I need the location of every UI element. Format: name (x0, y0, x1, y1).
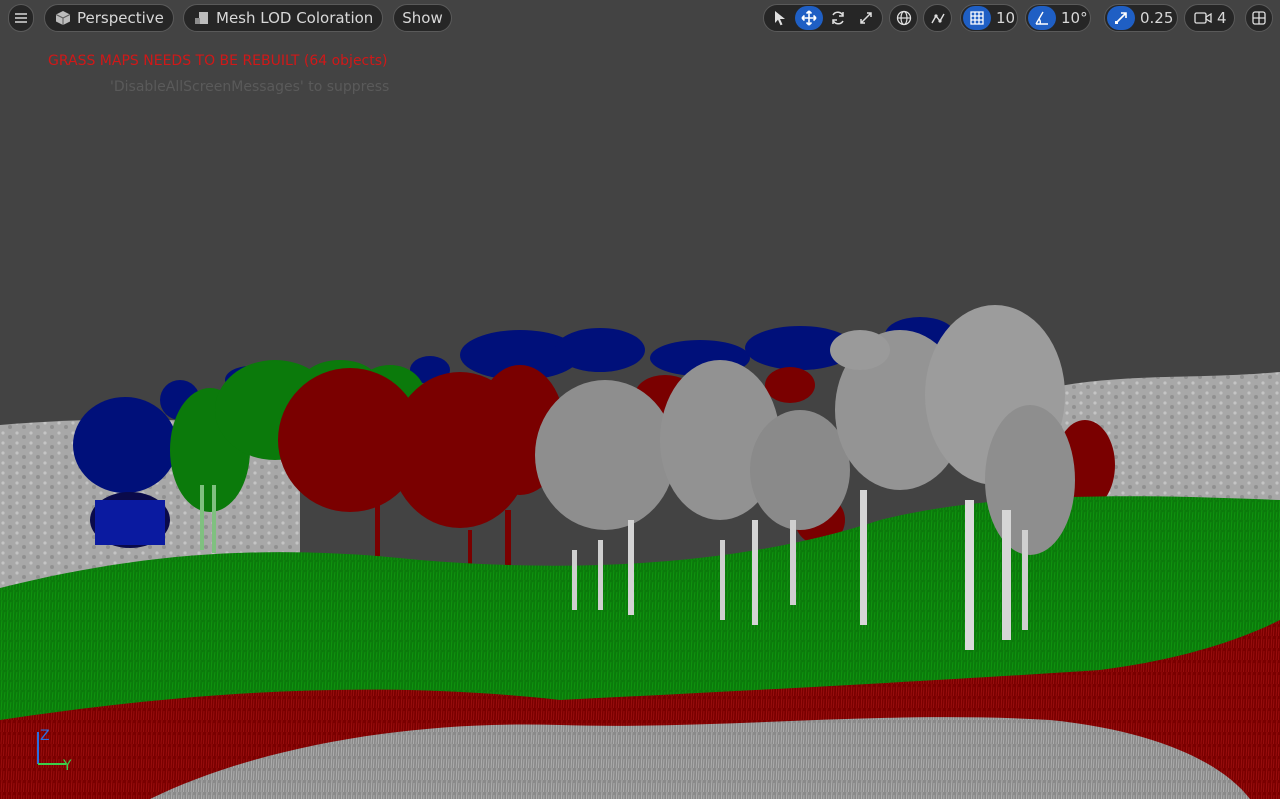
rotate-tool-button[interactable] (825, 6, 851, 30)
show-label: Show (402, 9, 443, 27)
angle-icon (1034, 10, 1050, 26)
surface-snapping-button[interactable] (923, 4, 952, 32)
view-rendering-label: Mesh LOD Coloration (216, 9, 374, 27)
grid-icon (969, 10, 985, 26)
axis-gizmo: Z Y (37, 728, 72, 774)
grid-snap-group: 10 (960, 4, 1018, 32)
globe-icon (896, 10, 912, 26)
scale-snap-toggle[interactable] (1107, 6, 1135, 30)
y-axis-label: Y (62, 758, 72, 774)
scale-snap-value[interactable]: 0.25 (1140, 4, 1173, 32)
scale-snap-icon (1113, 10, 1129, 26)
show-button[interactable]: Show (393, 4, 452, 32)
select-tool-button[interactable] (767, 6, 793, 30)
screen-message-warning: GRASS MAPS NEEDS TO BE REBUILT (64 objec… (48, 53, 388, 69)
camera-speed-button[interactable]: 4 (1184, 4, 1235, 32)
view-rendering-button[interactable]: Mesh LOD Coloration (183, 4, 383, 32)
z-axis-label: Z (40, 728, 50, 744)
scale-icon (858, 10, 874, 26)
rotation-snap-toggle[interactable] (1028, 6, 1056, 30)
viewport-3d-scene[interactable] (0, 0, 1280, 799)
view-mode-button[interactable]: Perspective (44, 4, 174, 32)
transform-tools-group (763, 4, 883, 32)
mesh-icon (194, 10, 210, 26)
viewport-options-button[interactable] (8, 4, 34, 32)
hamburger-icon (14, 12, 28, 24)
grid-snap-value[interactable]: 10 (996, 4, 1015, 32)
viewport-layout-button[interactable] (1245, 4, 1273, 32)
move-icon (801, 10, 817, 26)
camera-icon (1194, 11, 1212, 25)
scale-snap-group: 0.25 (1104, 4, 1178, 32)
cursor-icon (773, 10, 787, 26)
scale-tool-button[interactable] (853, 6, 879, 30)
rotate-icon (830, 10, 846, 26)
rotation-snap-group: 10° (1025, 4, 1091, 32)
grid-snap-toggle[interactable] (963, 6, 991, 30)
view-mode-label: Perspective (77, 9, 164, 27)
screen-message-hint: 'DisableAllScreenMessages' to suppress (110, 79, 390, 95)
rotation-snap-value[interactable]: 10° (1061, 4, 1088, 32)
camera-speed-value: 4 (1217, 9, 1227, 27)
coordinate-space-button[interactable] (889, 4, 918, 32)
level-viewport[interactable]: Perspective Mesh LOD Coloration Show 10 … (0, 0, 1280, 799)
translate-tool-button[interactable] (795, 6, 823, 30)
surface-snap-icon (930, 10, 946, 26)
layout-icon (1251, 10, 1267, 26)
cube-icon (55, 10, 71, 26)
